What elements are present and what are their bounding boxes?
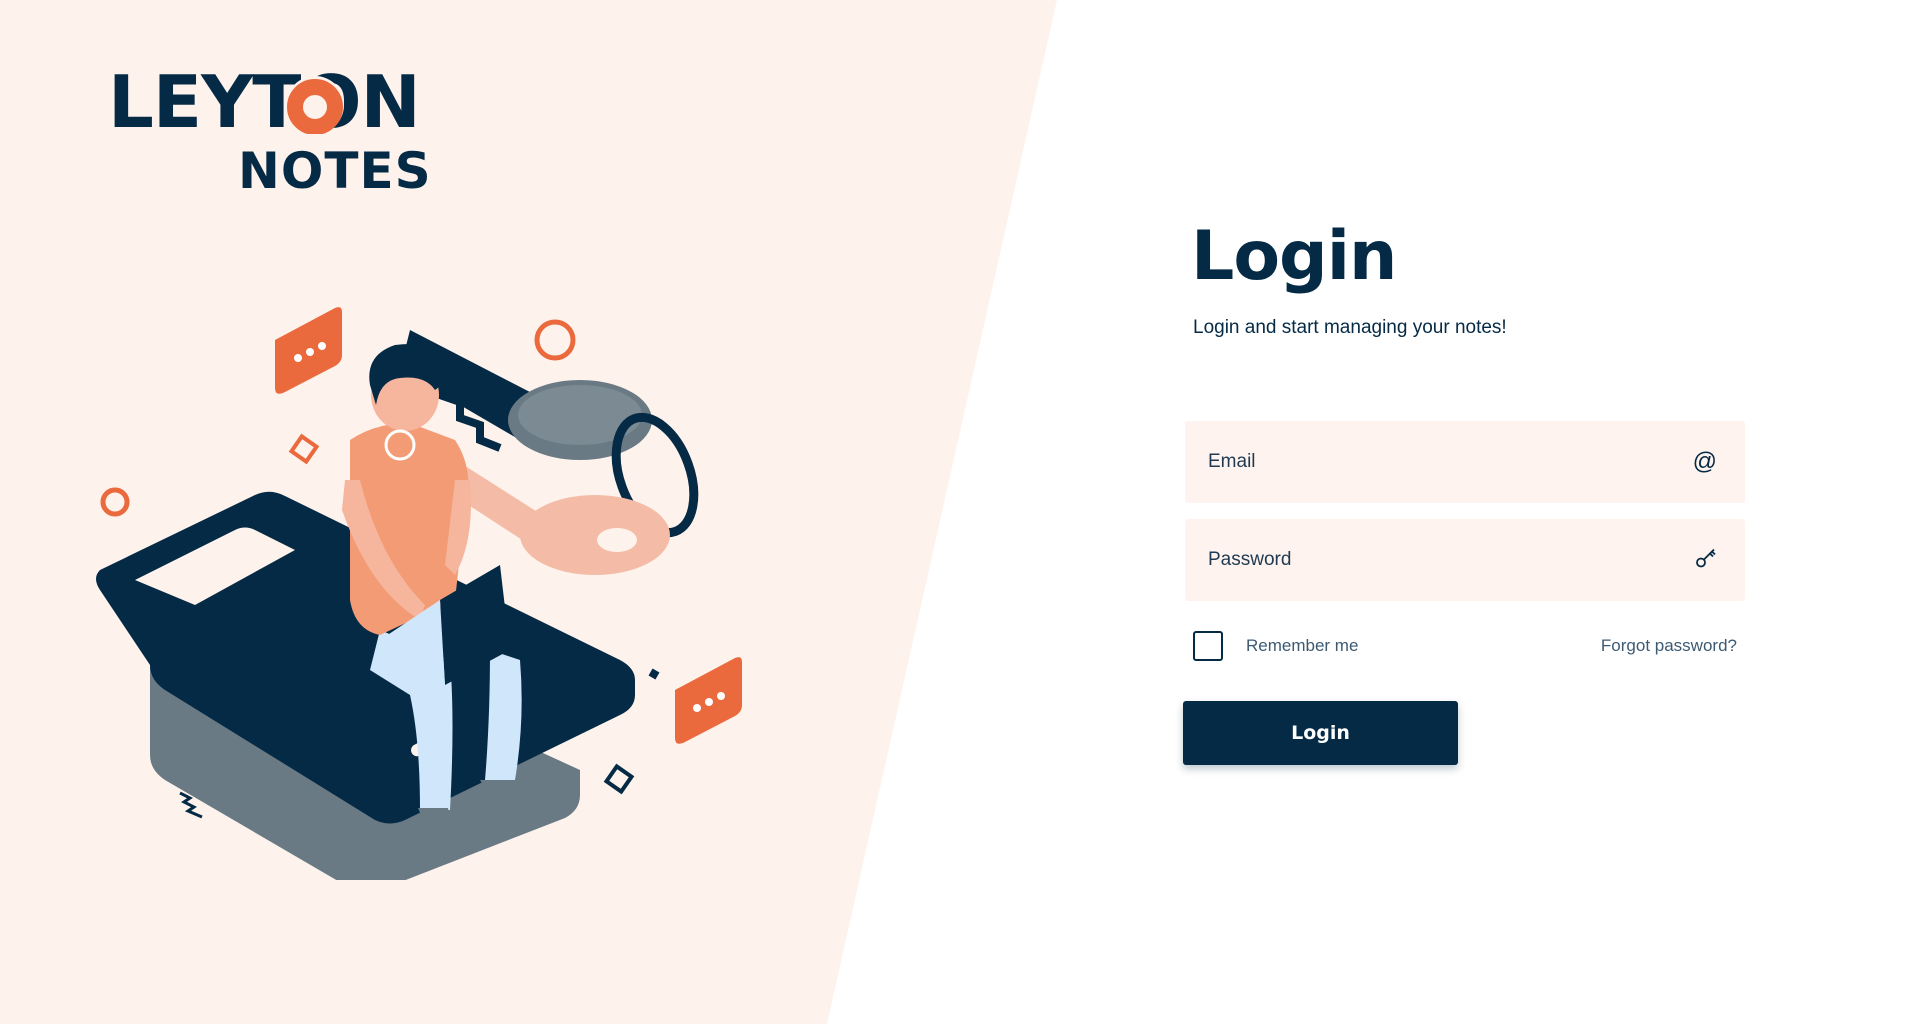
logo-o-mark bbox=[286, 76, 344, 134]
password-field-wrapper bbox=[1185, 518, 1745, 601]
login-button[interactable]: Login bbox=[1183, 700, 1458, 765]
login-form: Login Login and start managing your note… bbox=[1183, 217, 1745, 765]
password-field[interactable] bbox=[1185, 518, 1678, 601]
key-shadow-head bbox=[520, 495, 670, 575]
deco-ring-left bbox=[100, 487, 130, 517]
remember-me-checkbox[interactable] bbox=[1193, 630, 1223, 661]
key-shadow-hole bbox=[597, 528, 637, 552]
forgot-password-link[interactable]: Forgot password? bbox=[1601, 636, 1737, 656]
remember-me[interactable]: Remember me bbox=[1193, 630, 1359, 661]
key-icon bbox=[1695, 546, 1717, 573]
email-field-wrapper: @ bbox=[1185, 420, 1745, 503]
deco-ring-top bbox=[534, 319, 576, 361]
email-field[interactable] bbox=[1185, 420, 1678, 503]
remember-me-label: Remember me bbox=[1246, 635, 1359, 655]
logo-bottom-wordmark: NOTES bbox=[238, 142, 432, 200]
logo-top-wordmark: LEYTON bbox=[108, 60, 421, 144]
person-leg-back bbox=[485, 650, 522, 780]
page-title: Login bbox=[1191, 217, 1397, 296]
deco-diamond-right bbox=[603, 763, 635, 795]
page-subtitle: Login and start managing your notes! bbox=[1193, 316, 1507, 338]
hero-illustration bbox=[96, 307, 742, 880]
brand-logo: LEYTON NOTES bbox=[108, 60, 431, 196]
at-sign-icon: @ bbox=[1692, 447, 1717, 475]
deco-diamond-left bbox=[288, 433, 320, 465]
deco-dot bbox=[648, 668, 660, 680]
form-options: Remember me Forgot password? bbox=[1185, 630, 1745, 661]
